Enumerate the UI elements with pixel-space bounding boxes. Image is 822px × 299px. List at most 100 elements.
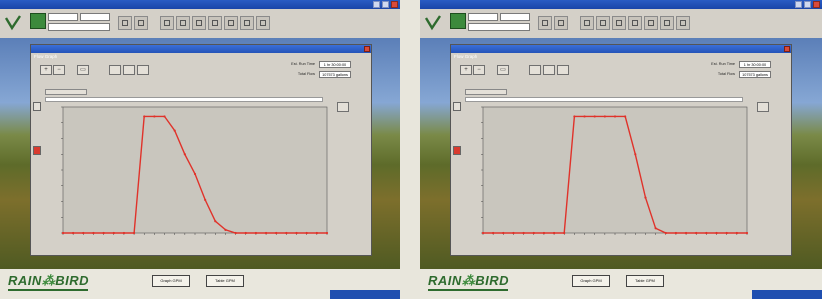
- maximize-button[interactable]: [804, 1, 811, 8]
- network-icon[interactable]: [118, 16, 132, 30]
- window-close-button[interactable]: [364, 46, 370, 52]
- flow-data-point: [634, 153, 637, 156]
- print-button[interactable]: ▭: [497, 65, 509, 75]
- zoom-in-button[interactable]: +: [460, 65, 472, 75]
- flow-data-point: [305, 231, 308, 235]
- station-field[interactable]: [468, 13, 498, 21]
- view-button-3[interactable]: [557, 65, 569, 75]
- graph-tab[interactable]: [45, 89, 87, 95]
- minimize-button[interactable]: [795, 1, 802, 8]
- flow-data-point: [532, 231, 535, 235]
- minimize-button[interactable]: [373, 1, 380, 8]
- graph-options-button[interactable]: [757, 102, 769, 112]
- flow-data-point: [173, 129, 176, 132]
- report-icon[interactable]: [224, 16, 238, 30]
- run-time-label: Est. Run Time: [291, 62, 315, 66]
- view-button-3[interactable]: [137, 65, 149, 75]
- flow-data-point: [132, 231, 136, 235]
- close-button[interactable]: [813, 1, 820, 8]
- table-gpm-button[interactable]: Table GPM: [206, 275, 244, 287]
- plot-area: [62, 106, 328, 234]
- flow-data-point: [82, 231, 85, 235]
- program-field[interactable]: [80, 13, 110, 21]
- scale-button[interactable]: [453, 102, 461, 111]
- station-field[interactable]: [48, 13, 78, 21]
- view-button-2[interactable]: [543, 65, 555, 75]
- view-button-1[interactable]: [529, 65, 541, 75]
- water-icon[interactable]: [134, 16, 148, 30]
- flow-icon[interactable]: [208, 16, 222, 30]
- close-button[interactable]: [391, 1, 398, 8]
- flow-data-point: [295, 231, 298, 235]
- water-icon[interactable]: [554, 16, 568, 30]
- rainbird-logo-icon: [424, 15, 441, 31]
- run-time-value: 1 hr 30:00:00: [739, 61, 771, 68]
- report-icon[interactable]: [644, 16, 658, 30]
- flow-data-point: [735, 231, 738, 235]
- controller-icon[interactable]: [160, 16, 174, 30]
- flow-data-point: [224, 228, 227, 231]
- graph-options-button[interactable]: [337, 102, 349, 112]
- flow-data-point: [563, 231, 566, 235]
- schedule-icon[interactable]: [596, 16, 610, 30]
- rainbird-logo-icon: [4, 15, 21, 31]
- total-flow-label: Total Flow: [717, 72, 735, 76]
- help-icon[interactable]: [676, 16, 690, 30]
- flow-data-point: [183, 153, 186, 156]
- flow-data-point: [122, 231, 126, 235]
- flow-data-point: [153, 115, 156, 118]
- run-field[interactable]: [48, 23, 110, 31]
- graph-gpm-button[interactable]: Graph GPM: [152, 275, 190, 287]
- station-icon[interactable]: [30, 13, 46, 29]
- flow-data-point: [695, 231, 698, 235]
- map-icon[interactable]: [612, 16, 626, 30]
- maximize-button[interactable]: [382, 1, 389, 8]
- network-icon[interactable]: [538, 16, 552, 30]
- flow-data-point: [522, 231, 525, 235]
- app-title-bar: [0, 0, 400, 9]
- flow-icon[interactable]: [628, 16, 642, 30]
- graph-gpm-button[interactable]: Graph GPM: [572, 275, 610, 287]
- window-close-button[interactable]: [784, 46, 790, 52]
- print-button[interactable]: ▭: [77, 65, 89, 75]
- controller-icon[interactable]: [580, 16, 594, 30]
- table-gpm-button[interactable]: Table GPM: [626, 275, 664, 287]
- help-icon[interactable]: [256, 16, 270, 30]
- taskbar: [752, 290, 822, 299]
- main-toolbar: [0, 9, 400, 39]
- plot-area: [482, 106, 748, 234]
- graph-tab[interactable]: [465, 89, 507, 95]
- flow-data-point: [254, 231, 258, 235]
- flow-data-point: [102, 231, 105, 235]
- schedule-icon[interactable]: [176, 16, 190, 30]
- run-field[interactable]: [468, 23, 530, 31]
- flow-data-point: [234, 231, 237, 235]
- map-icon[interactable]: [192, 16, 206, 30]
- settings-icon[interactable]: [240, 16, 254, 30]
- settings-icon[interactable]: [660, 16, 674, 30]
- flow-data-point: [583, 115, 586, 118]
- rainbird-logo: RAIN⁂BIRD: [8, 273, 90, 288]
- zoom-out-button[interactable]: −: [473, 65, 485, 75]
- run-time-value: 1 hr 30:00:00: [319, 61, 351, 68]
- flow-data-point: [664, 231, 667, 235]
- flow-data-point: [481, 231, 485, 235]
- program-field[interactable]: [500, 13, 530, 21]
- zoom-out-button[interactable]: −: [53, 65, 65, 75]
- flow-data-point: [143, 115, 146, 118]
- zoom-in-button[interactable]: +: [40, 65, 52, 75]
- flow-data-point: [502, 231, 505, 235]
- total-flow-value: 107573 gallons: [319, 71, 351, 78]
- flow-data-point: [552, 231, 556, 235]
- graph-header-bar: [465, 97, 743, 102]
- flow-data-point: [61, 231, 65, 235]
- main-toolbar: [420, 9, 822, 39]
- view-button-1[interactable]: [109, 65, 121, 75]
- view-button-2[interactable]: [123, 65, 135, 75]
- flow-data-point: [674, 231, 678, 235]
- scale-button[interactable]: [33, 102, 41, 111]
- flow-data-point: [715, 231, 718, 235]
- flow-data-point: [112, 231, 115, 235]
- station-icon[interactable]: [450, 13, 466, 29]
- flow-data-point: [684, 231, 688, 235]
